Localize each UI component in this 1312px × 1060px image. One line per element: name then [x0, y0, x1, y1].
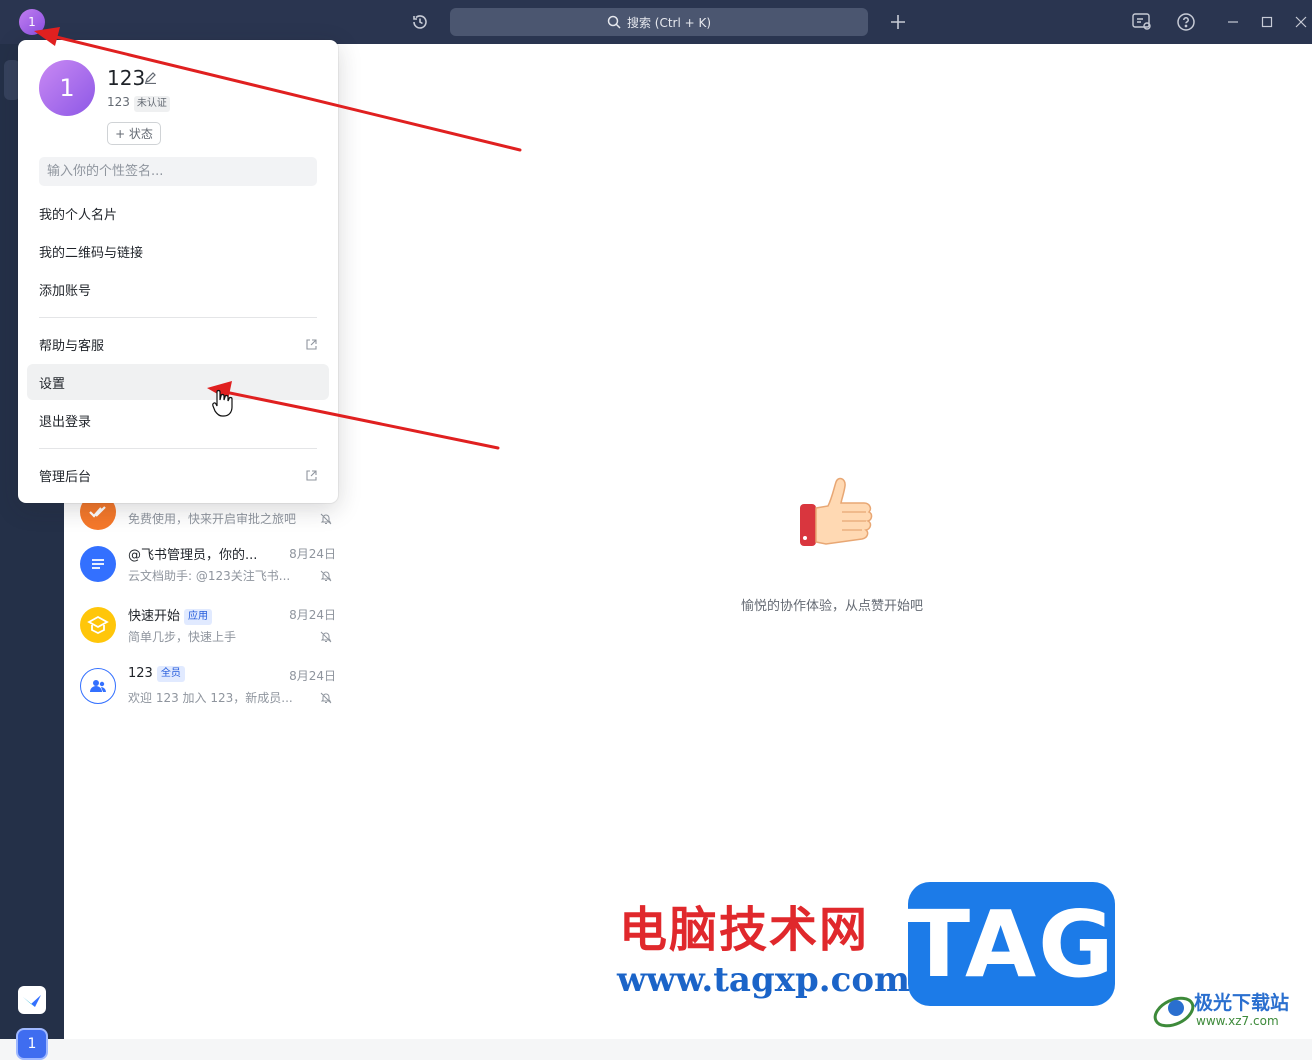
all-members-tag: 全员: [156, 666, 185, 682]
mute-icon: [320, 631, 332, 643]
watermark-tag-logo: TAG: [907, 882, 1115, 1006]
notification-settings-icon[interactable]: [1131, 11, 1153, 33]
profile-avatar[interactable]: 1: [39, 60, 95, 116]
help-icon[interactable]: [1175, 11, 1197, 33]
chat-subtitle: 简单几步，快速上手: [128, 630, 237, 644]
verify-badge: 未认证: [133, 96, 170, 112]
user-avatar-button[interactable]: 1: [19, 9, 45, 35]
search-bar[interactable]: 搜索 (Ctrl + K): [450, 8, 868, 36]
minimize-icon[interactable]: [1222, 11, 1244, 33]
chat-subtitle: 免费使用，快来开启审批之旅吧: [128, 512, 297, 526]
chat-date: 8月24日: [289, 669, 336, 683]
menu-item-label: 我的个人名片: [39, 207, 118, 223]
menu-divider: [39, 448, 317, 449]
chat-date: 8月24日: [289, 547, 336, 561]
feishu-app-icon[interactable]: [18, 986, 46, 1014]
add-status-button[interactable]: + 状态: [107, 122, 161, 145]
mute-icon: [320, 692, 332, 704]
group-avatar: [80, 668, 116, 704]
title-bar: 1 搜索 (Ctrl + K): [0, 0, 1312, 44]
chat-item-quick-start[interactable]: 快速开始 应用 8月24日 简单几步，快速上手: [64, 597, 352, 658]
watermark2-site-name: 极光下载站: [1194, 992, 1290, 1014]
close-icon[interactable]: [1290, 11, 1312, 33]
menu-item-qr-code[interactable]: 我的二维码与链接: [27, 233, 329, 269]
menu-item-label: 退出登录: [39, 414, 92, 430]
app-tag: 应用: [184, 609, 213, 625]
profile-popup: 1 123 123未认证 + 状态 我的个人名片 我的二维码与链接 添加账号 帮…: [18, 40, 338, 503]
menu-item-label: 设置: [39, 376, 66, 392]
empty-state-text: 愉悦的协作体验，从点赞开始吧: [740, 599, 923, 614]
watermark2-site-url: www.xz7.com: [1196, 1014, 1279, 1028]
watermark-site-name: 电脑技术网: [619, 902, 870, 958]
watermark-tagxp: 电脑技术网 www.tagxp.com TAG: [605, 882, 1120, 1006]
chat-title-row: 123 全员: [128, 666, 185, 682]
menu-item-label: 我的二维码与链接: [39, 245, 144, 261]
menu-item-logout[interactable]: 退出登录: [27, 402, 329, 438]
watermark-site-url: www.tagxp.com: [617, 960, 910, 1000]
history-icon[interactable]: [409, 11, 431, 33]
mute-icon: [320, 513, 332, 525]
signature-input[interactable]: [39, 157, 317, 186]
menu-divider: [39, 317, 317, 318]
docs-assistant-avatar: [80, 546, 116, 582]
chat-title: @飞书管理员，你的...: [128, 548, 258, 563]
chat-subtitle: 云文档助手: @123关注飞书...: [128, 569, 291, 583]
chat-title: 123: [128, 666, 153, 681]
xz7-logo-icon: [1153, 996, 1195, 1028]
menu-item-add-account[interactable]: 添加账号: [27, 271, 329, 307]
mute-icon: [320, 570, 332, 582]
search-label: 搜索 (Ctrl + K): [626, 15, 712, 30]
account-switch-avatar[interactable]: 1: [16, 1028, 48, 1060]
chat-item-docs-assistant[interactable]: @飞书管理员，你的... 8月24日 云文档助手: @123关注飞书...: [64, 536, 352, 597]
menu-item-admin-console[interactable]: 管理后台: [27, 457, 329, 493]
external-link-icon: [306, 339, 317, 350]
external-link-icon: [306, 470, 317, 481]
profile-tenant-row: 123 未认证: [107, 95, 170, 112]
search-icon: [607, 15, 621, 29]
menu-item-help[interactable]: 帮助与客服: [27, 326, 329, 362]
chat-subtitle: 欢迎 123 加入 123，新成员...: [128, 691, 293, 705]
quick-start-avatar: [80, 607, 116, 643]
thumbs-up-icon: [800, 477, 873, 546]
menu-item-label: 帮助与客服: [39, 338, 105, 354]
chat-date: 8月24日: [289, 608, 336, 622]
chat-title: 快速开始: [128, 609, 181, 624]
chat-item-all-members[interactable]: 123 全员 8月24日 欢迎 123 加入 123，新成员...: [64, 658, 352, 719]
menu-item-settings[interactable]: 设置: [27, 364, 329, 400]
watermark-xz7: 极光下载站 www.xz7.com: [1152, 986, 1307, 1034]
tenant-name: 123: [107, 95, 130, 109]
maximize-icon[interactable]: [1256, 11, 1278, 33]
profile-name: 123: [107, 66, 146, 90]
edit-name-icon[interactable]: [144, 71, 157, 84]
menu-item-label: 管理后台: [39, 469, 92, 485]
menu-item-business-card[interactable]: 我的个人名片: [27, 195, 329, 231]
chat-title-row: 快速开始 应用: [128, 605, 213, 625]
menu-item-label: 添加账号: [39, 283, 92, 299]
add-icon[interactable]: [887, 11, 909, 33]
